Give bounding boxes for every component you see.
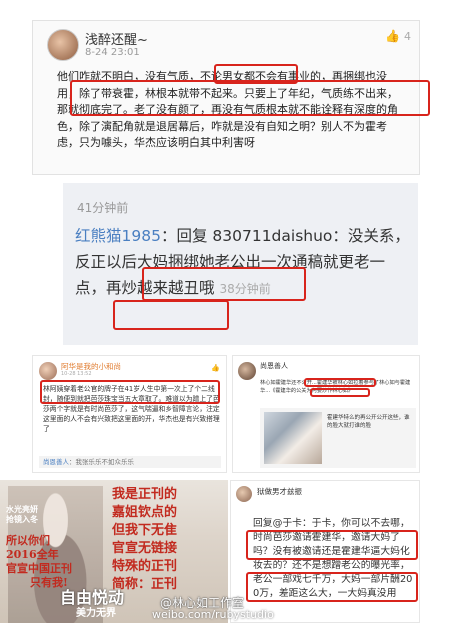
overlay-text: 特殊的正刊 [112,559,178,574]
article-title: 霍建华特么的再公开公开这些，谁的脸大就打谁的脸 [327,415,410,429]
comment-text: 林阿姨穿着老公官的牌子在41岁人生中第一次上了个二线封，随便到就把芭莎珠宝当五大… [43,385,220,433]
post-time: 41分钟前 [77,201,129,215]
reply-preview[interactable]: 尚恩善人：我张乐乐不如众乐乐 [39,456,221,468]
reply-card: 41分钟前 红熊猫1985：回复 830711daishuo：没关系，反正以后大… [63,183,418,345]
comment-text: 回复@于卡：于卡，你可以不去哪，时尚芭莎邀请霍建华，邀请大妈了吗？没有被邀请还是… [253,518,413,599]
cover-subheadline: 美力无界 [76,608,116,619]
reply-text: ：我张乐乐不如众乐乐 [69,458,134,466]
comment-card-4: 尚恩善人 林心如霍建华还不公开...霍建华被林心如拉着参与了林心如与霍建华...… [232,355,420,473]
username[interactable]: 狱做男才兹振 [257,486,302,497]
avatar[interactable] [39,362,57,380]
reply-text: 红熊猫1985：回复 830711daishuo：没关系，反正以后大妈捆绑她老公… [75,223,410,302]
thumbs-up-icon: 👍 [385,29,400,43]
link-card[interactable]: 霍建华特么的再公开公开这些，谁的脸大就打谁的脸 [260,408,416,468]
reply-time: 38分钟前 [219,282,271,296]
comment-card-3: 阿华是我的小和尚 10-28 13:52 👍 林阿姨穿着老公官的牌子在41岁人生… [32,355,227,473]
comment-text: 林心如霍建华还不公开...霍建华被林心如拉着参与了林心如与霍建华...《霍建华的… [260,380,411,394]
overlay-text: 简称：正刊 [112,577,178,592]
overlay-text: 嘉姐钦点的 [112,505,178,520]
overlay-text: 官宣无链接 [112,541,178,556]
reply-username[interactable]: 尚恩善人 [43,458,69,466]
avatar[interactable] [47,29,79,61]
post-time: 8-24 23:01 [85,47,140,58]
post-time: 10-28 13:52 [61,371,92,377]
comment-card-1: 浅醉还醒~ 8-24 23:01 👍 4 他们咋就不明白，没有气质，不论男女都不会… [32,20,420,175]
avatar[interactable] [236,486,252,502]
like-count: 4 [404,30,411,43]
thumbs-up-icon: 👍 [211,364,220,372]
username[interactable]: 尚恩善人 [260,361,288,371]
like-button[interactable]: 👍 [211,364,220,372]
article-thumbnail [264,412,322,464]
avatar[interactable] [238,362,256,380]
username[interactable]: 浅醉还醒~ [85,29,148,48]
cover-line: 抢镜入冬 [6,514,38,524]
overlay-text: 但我下无隹 [112,523,178,538]
overlay-text: 我是正刊的 [112,487,178,502]
like-button[interactable]: 👍 4 [385,29,411,43]
comment-text: 他们咋就不明白，没有气质，不论男女都不会有事业的，再捆绑也没用，除了带衰霍，林根… [57,70,398,149]
reply-username[interactable]: 红熊猫1985 [75,227,161,245]
watermark-url: weibo.com/rubystudio [152,608,274,621]
comment-card-6: 狱做男才兹振 回复@于卡：于卡，你可以不去哪，时尚芭莎邀请霍建华，邀请大妈了吗？… [230,480,420,623]
